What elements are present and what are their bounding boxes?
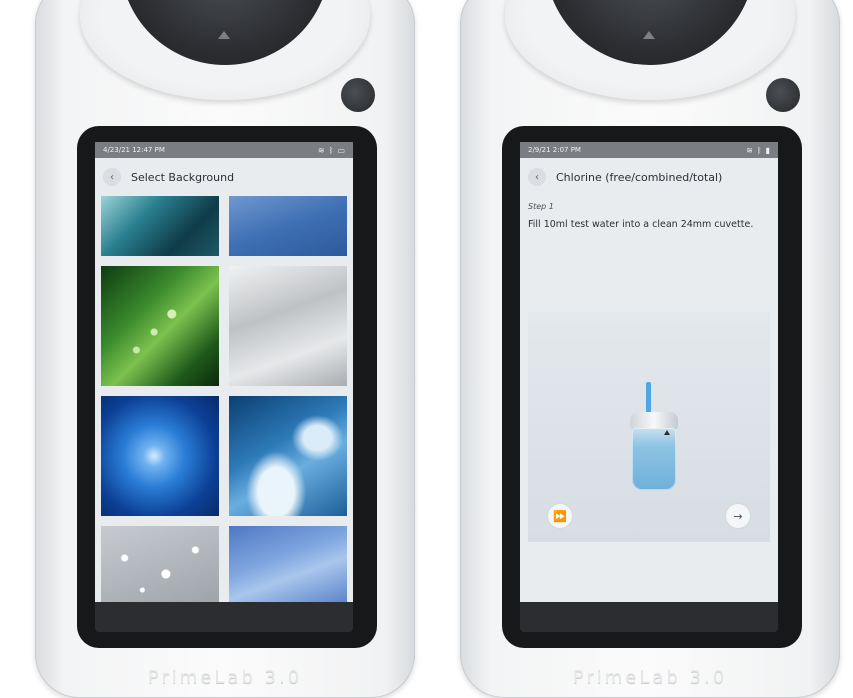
background-tile[interactable] bbox=[101, 196, 219, 256]
screen-bezel-bottom bbox=[95, 602, 353, 632]
status-time: 2/9/21 2:07 PM bbox=[528, 146, 581, 154]
device-right: 2/9/21 2:07 PM ≋ ᛒ ▮ ‹ Chlorine (free/co… bbox=[460, 0, 840, 698]
up-arrow-icon bbox=[643, 31, 655, 39]
back-button[interactable]: ‹ bbox=[528, 168, 546, 186]
wifi-icon: ≋ bbox=[317, 145, 325, 155]
alignment-mark-icon bbox=[664, 430, 670, 435]
bluetooth-icon: ᛒ bbox=[328, 145, 334, 155]
brand-logo: PrimeLab 3.0 bbox=[572, 667, 728, 688]
background-grid bbox=[101, 196, 347, 602]
cuvette-body bbox=[632, 428, 676, 490]
app-bar: ‹ Chlorine (free/combined/total) bbox=[520, 158, 778, 196]
status-icons: ≋ ᛒ ▭ bbox=[318, 146, 345, 155]
background-tile[interactable] bbox=[101, 266, 219, 386]
cuvette-illustration: ⏩ → bbox=[528, 312, 770, 542]
battery-icon: ▮ bbox=[765, 145, 770, 155]
back-button[interactable]: ‹ bbox=[103, 168, 121, 186]
brand-logo: PrimeLab 3.0 bbox=[147, 667, 303, 688]
sensor-button[interactable] bbox=[341, 78, 375, 112]
arrow-right-circle-icon[interactable]: → bbox=[726, 504, 750, 528]
battery-icon: ▭ bbox=[337, 145, 345, 155]
screen-frame: 4/23/21 12:47 PM ≋ ᛒ ▭ ‹ Select Backgrou… bbox=[77, 126, 377, 648]
background-tile[interactable] bbox=[101, 526, 219, 602]
step-text: Fill 10ml test water into a clean 24mm c… bbox=[528, 219, 754, 230]
status-icons: ≋ ᛒ ▮ bbox=[746, 146, 770, 155]
screen-frame: 2/9/21 2:07 PM ≋ ᛒ ▮ ‹ Chlorine (free/co… bbox=[502, 126, 802, 648]
background-tile[interactable] bbox=[229, 266, 347, 386]
app-bar: ‹ Select Background bbox=[95, 158, 353, 196]
status-bar: 2/9/21 2:07 PM ≋ ᛒ ▮ bbox=[520, 142, 778, 158]
screen-select-background: 4/23/21 12:47 PM ≋ ᛒ ▭ ‹ Select Backgrou… bbox=[95, 142, 353, 602]
screen-test-step: 2/9/21 2:07 PM ≋ ᛒ ▮ ‹ Chlorine (free/co… bbox=[520, 142, 778, 602]
wifi-icon: ≋ bbox=[746, 145, 753, 155]
background-tile[interactable] bbox=[229, 526, 347, 602]
bluetooth-icon: ᛒ bbox=[756, 145, 762, 155]
status-time: 4/23/21 12:47 PM bbox=[103, 146, 165, 154]
step-label: Step 1 bbox=[528, 202, 554, 211]
fast-forward-icon[interactable]: ⏩ bbox=[548, 504, 572, 528]
device-left: 4/23/21 12:47 PM ≋ ᛒ ▭ ‹ Select Backgrou… bbox=[35, 0, 415, 698]
background-tile[interactable] bbox=[101, 396, 219, 516]
page-title: Chlorine (free/combined/total) bbox=[556, 170, 723, 184]
status-bar: 4/23/21 12:47 PM ≋ ᛒ ▭ bbox=[95, 142, 353, 158]
up-arrow-icon bbox=[218, 31, 230, 39]
cuvette-icon bbox=[624, 382, 684, 502]
screen-bezel-bottom bbox=[520, 602, 778, 632]
background-tile[interactable] bbox=[229, 396, 347, 516]
sensor-button[interactable] bbox=[766, 78, 800, 112]
instructions: Step 1 Fill 10ml test water into a clean… bbox=[520, 196, 778, 235]
page-title: Select Background bbox=[131, 170, 235, 184]
background-tile[interactable] bbox=[229, 196, 347, 256]
